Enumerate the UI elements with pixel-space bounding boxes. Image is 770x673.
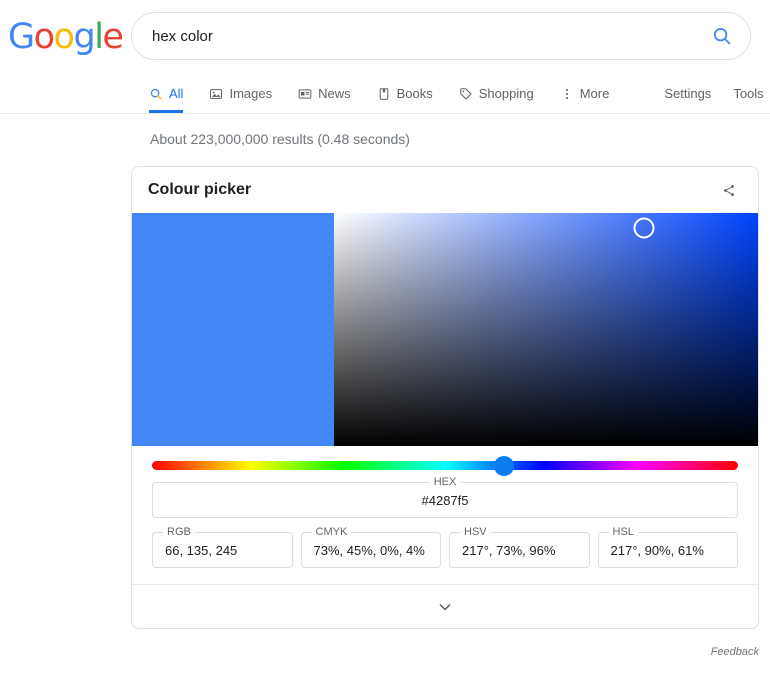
colour-format-grid: RGB CMYK HSV HSL xyxy=(152,526,738,584)
tab-images[interactable]: Images xyxy=(196,74,285,113)
cmyk-field-label: CMYK xyxy=(311,526,352,538)
colour-picker-card: Colour picker HEX #4287f5 RGB 66, 135, 2… xyxy=(131,166,759,629)
tab-shopping[interactable]: Shopping xyxy=(446,74,547,113)
hex-field[interactable]: HEX xyxy=(152,476,738,518)
colour-picker-header: Colour picker xyxy=(132,167,758,213)
hsl-field[interactable]: HSL xyxy=(597,526,738,568)
tab-more-label: More xyxy=(579,86,610,101)
colour-value-fields: HEX RGB CMYK HSV HSL xyxy=(132,476,758,584)
search-icon xyxy=(149,87,163,101)
tools-button[interactable]: Tools xyxy=(733,86,763,101)
dots-vertical-icon xyxy=(560,87,574,101)
feedback-link[interactable]: Feedback xyxy=(131,646,759,658)
rgb-field[interactable]: RGB xyxy=(152,526,293,568)
google-logo[interactable]: Google xyxy=(8,17,124,57)
book-icon xyxy=(377,87,391,101)
rgb-field-label: RGB xyxy=(163,526,195,538)
cmyk-input[interactable] xyxy=(301,542,440,558)
search-input[interactable] xyxy=(132,27,694,45)
page-title: Colour picker xyxy=(148,181,252,198)
hsv-field[interactable]: HSV xyxy=(449,526,590,568)
tab-all-label: All xyxy=(169,86,184,101)
result-stats: About 223,000,000 results (0.48 seconds) xyxy=(150,131,410,147)
tab-books[interactable]: Books xyxy=(364,74,446,113)
search-bar[interactable] xyxy=(131,12,751,60)
hue-slider-wrap xyxy=(132,446,758,478)
colour-preview-swatch xyxy=(132,213,334,446)
colour-gradient-row xyxy=(132,213,758,446)
hex-input[interactable] xyxy=(153,492,737,508)
logo-letter-o2: o xyxy=(53,17,75,57)
chevron-down-icon xyxy=(439,603,451,610)
logo-letter-g2: g xyxy=(73,17,95,57)
hue-slider[interactable] xyxy=(152,455,738,476)
tab-news[interactable]: News xyxy=(285,74,364,113)
nav-right-items: Settings Tools xyxy=(664,74,763,113)
tab-books-label: Books xyxy=(396,86,433,101)
logo-letter-o1: o xyxy=(33,17,55,57)
share-button[interactable] xyxy=(716,177,742,203)
tag-icon xyxy=(459,87,473,101)
tab-more[interactable]: More xyxy=(547,74,623,113)
logo-letter-g: G xyxy=(8,17,35,57)
search-nav: All Images News Books Shopping More Sett… xyxy=(0,74,770,114)
hsl-input[interactable] xyxy=(598,542,737,558)
saturation-value-area[interactable] xyxy=(334,213,758,446)
hsv-input[interactable] xyxy=(450,542,589,558)
share-icon xyxy=(724,184,734,196)
search-button[interactable] xyxy=(694,13,750,59)
tab-news-label: News xyxy=(318,86,351,101)
settings-button[interactable]: Settings xyxy=(664,86,711,101)
hsv-field-label: HSV xyxy=(460,526,491,538)
logo-letter-e: e xyxy=(102,17,124,57)
news-icon xyxy=(298,87,312,101)
rgb-input[interactable] xyxy=(153,542,292,558)
tab-all[interactable]: All xyxy=(143,74,196,113)
cmyk-field[interactable]: CMYK xyxy=(300,526,441,568)
value-overlay xyxy=(334,213,758,446)
nav-tabs: All Images News Books Shopping More xyxy=(143,74,622,113)
hue-slider-thumb[interactable] xyxy=(493,455,514,476)
image-icon xyxy=(209,87,223,101)
logo-letter-l: l xyxy=(94,17,104,57)
colour-picker-handle[interactable] xyxy=(633,217,655,239)
tab-images-label: Images xyxy=(229,86,273,101)
hex-field-label: HEX xyxy=(429,476,461,488)
page-header: Google xyxy=(0,0,770,74)
expand-button[interactable] xyxy=(132,584,758,628)
hsl-field-label: HSL xyxy=(608,526,638,538)
search-icon xyxy=(713,27,731,45)
tab-shopping-label: Shopping xyxy=(478,86,534,101)
